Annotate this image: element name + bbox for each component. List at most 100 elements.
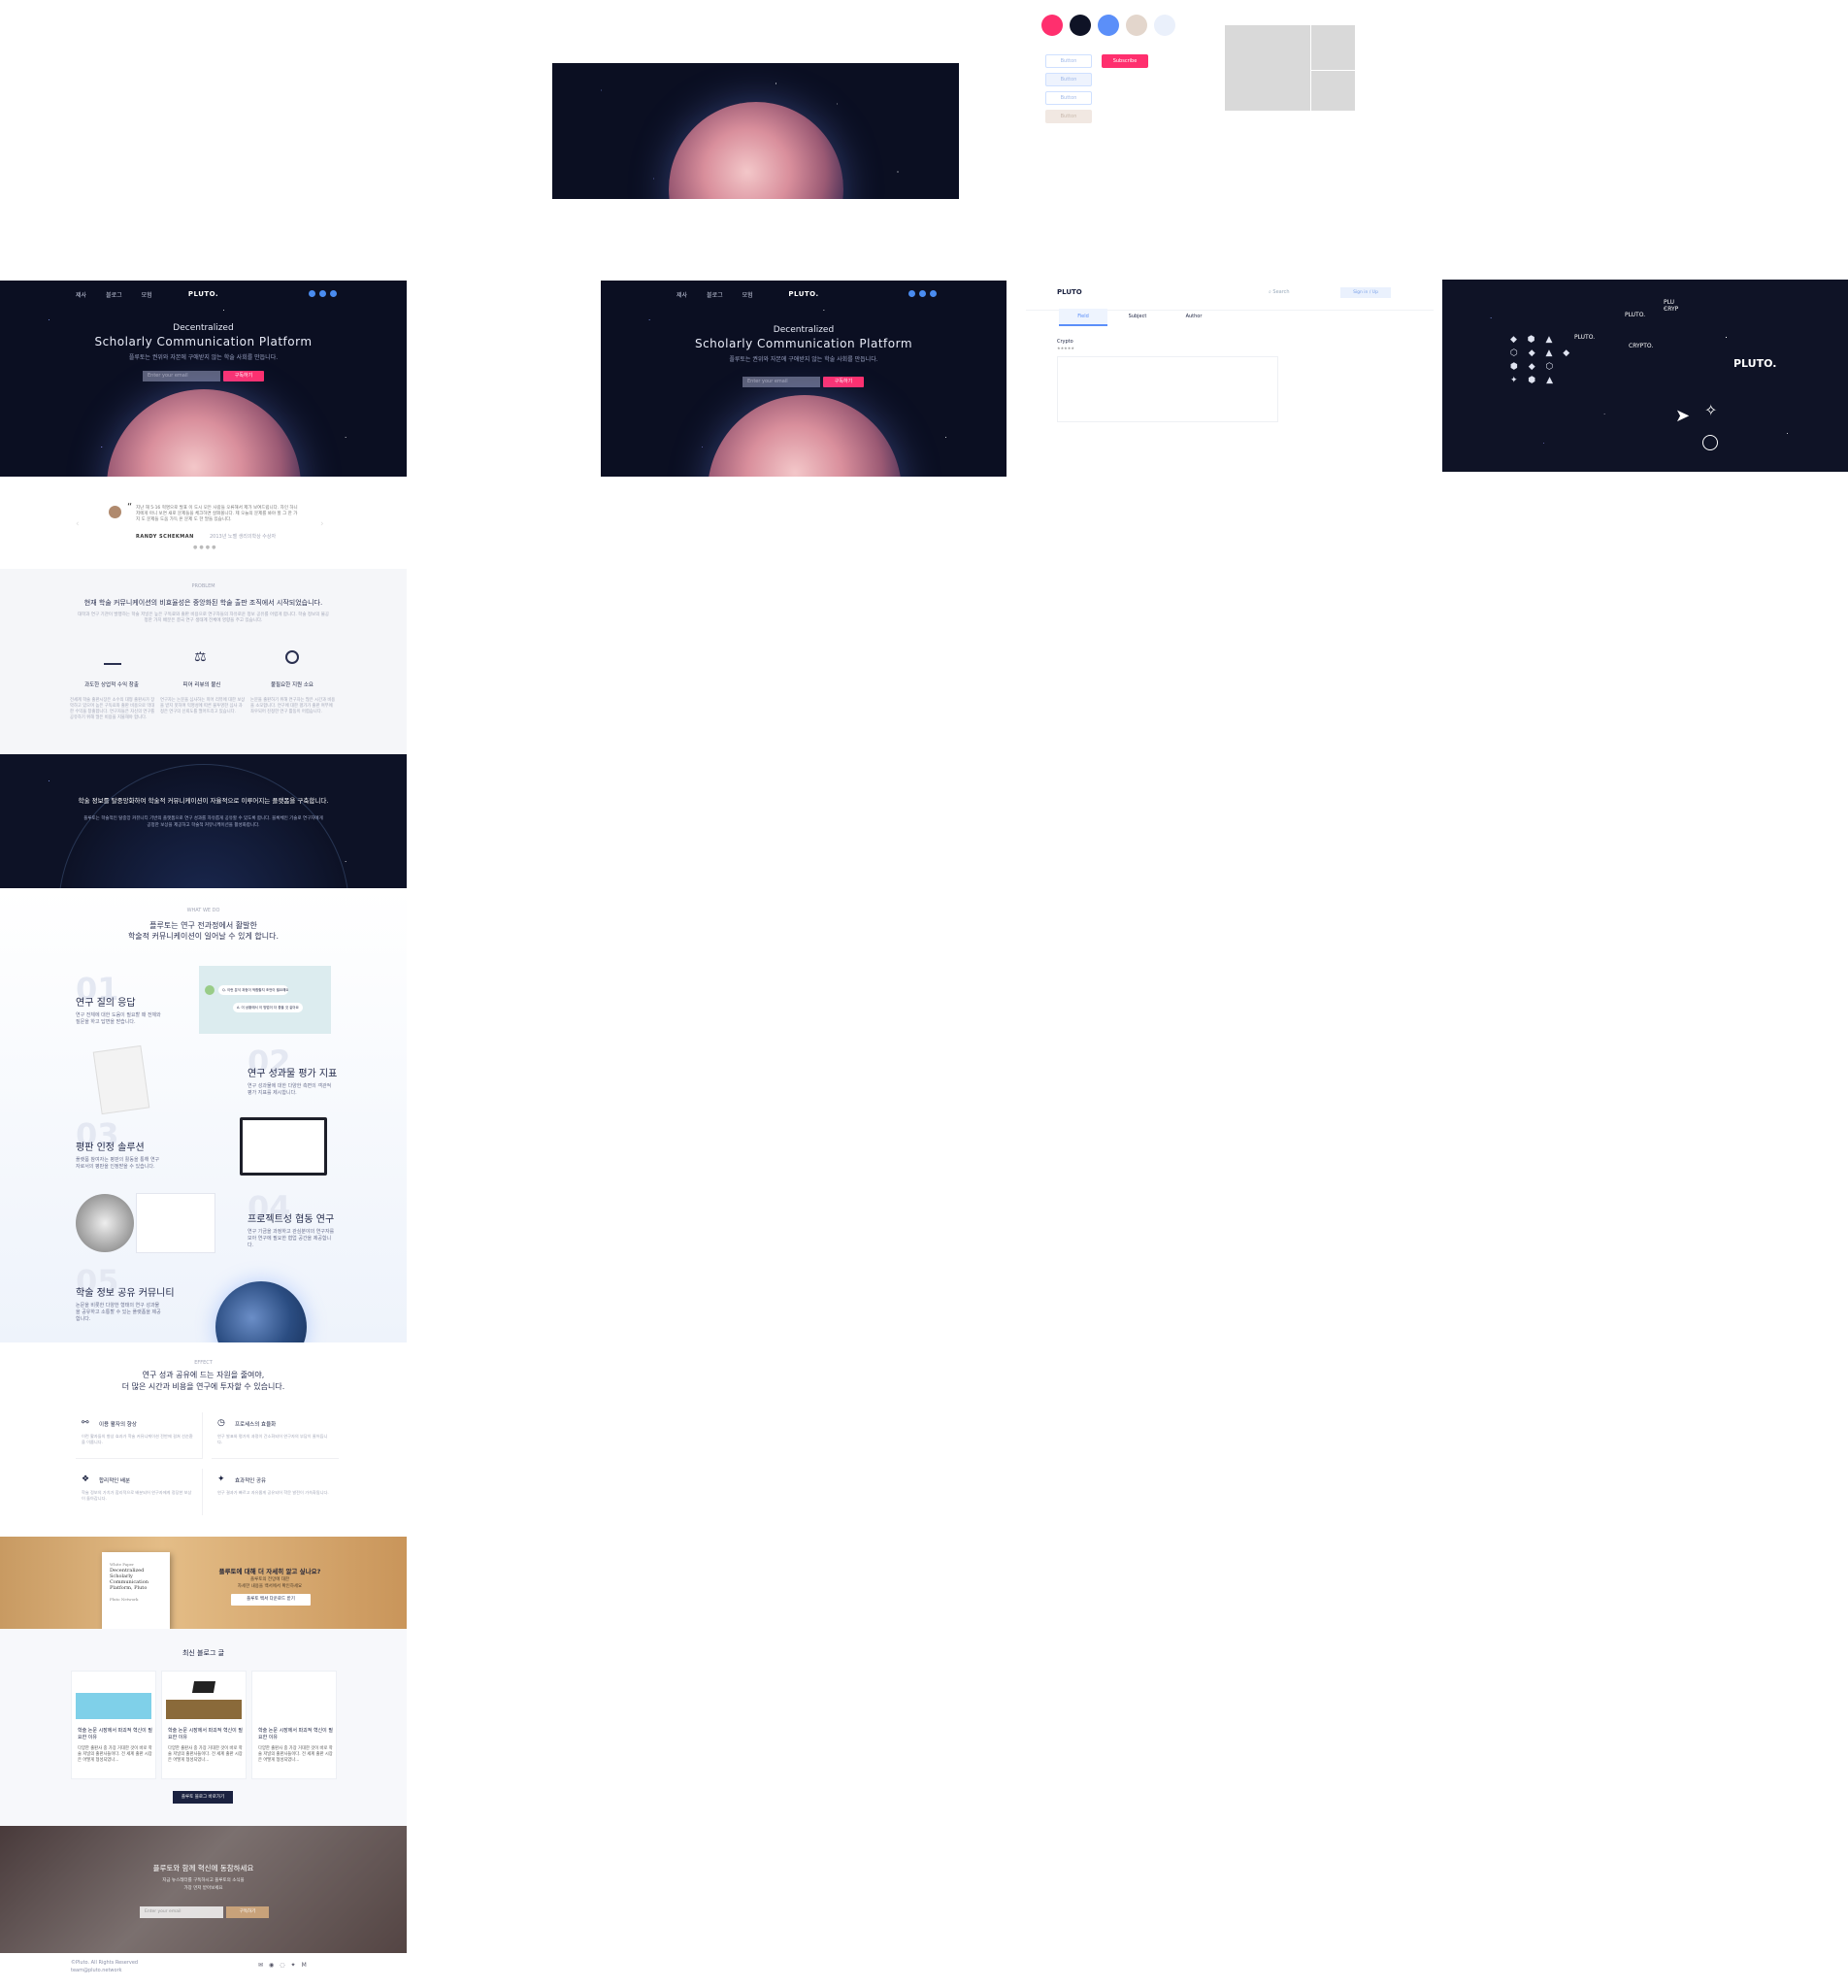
nav-item[interactable]: 제사: [676, 290, 687, 299]
vision-desc: 플루토는 학술적인 탈중앙 커뮤니티 기반의 플랫폼으로 연구 성과를 자유롭게…: [83, 816, 323, 828]
style-button-4[interactable]: Button: [1045, 110, 1092, 123]
github-icon[interactable]: ◉: [269, 1962, 274, 1969]
tab-subject[interactable]: Subject: [1113, 309, 1162, 326]
hero-subtitle: Decentralized: [173, 323, 234, 333]
search-ui-artboard: PLUTO ⌕ Search Sign in / Up Field Subjec…: [1026, 281, 1434, 436]
whitepaper-sub1: 플루토의 전망에 대한: [249, 1577, 290, 1582]
search-input[interactable]: ⌕ Search: [1269, 289, 1290, 295]
twitter-icon[interactable]: ✦: [291, 1962, 296, 1969]
facebook-icon[interactable]: [908, 290, 915, 297]
footer-email[interactable]: team@pluto.network: [71, 1968, 122, 1973]
lightbulb-icon: ✦: [217, 1474, 225, 1484]
blog-post-excerpt: 다양한 출판사 중 가장 거대한 것이 바로 학술 저널의 출판사들이다. 전 …: [78, 1746, 152, 1763]
hero-banner-artboard: [552, 63, 959, 199]
style-subscribe-button[interactable]: Subscribe: [1102, 54, 1148, 68]
feature-desc: 연구 기금을 과정하고 관심분야의 연구자를 모아 연구에 필요한 협업 공간을…: [248, 1229, 335, 1248]
whitepaper-title: 플루토에 대해 더 자세히 알고 싶나요?: [218, 1568, 321, 1575]
subscribe-button[interactable]: 구독하기: [223, 371, 264, 381]
quote-role: 2013년 노벨 생리의학상 수상자: [210, 534, 277, 540]
brand-label: CRYPTO.: [1629, 343, 1654, 349]
join-title: 플루토와 함께 혁신에 동참하세요: [152, 1864, 254, 1872]
style-button-2[interactable]: Button: [1045, 73, 1092, 86]
logo[interactable]: PLUTO.: [788, 290, 818, 298]
scale-icon: ⚖: [194, 649, 207, 665]
chat-icon[interactable]: ◌: [280, 1962, 284, 1969]
share-icon: ⚯: [82, 1418, 89, 1428]
hero-tagline: 플루토는 권위와 자본에 구애받지 않는 학술 사회를 만듭니다.: [128, 354, 279, 361]
hero-tagline: 플루토는 권위와 자본에 구애받지 않는 학술 사회를 만듭니다.: [729, 356, 878, 363]
problem-item-title: 불필요한 지원 소요: [271, 682, 314, 688]
effect-item-title: 합리적인 배분: [99, 1478, 131, 1484]
carousel-dots[interactable]: ●●●●: [193, 545, 217, 550]
hero-section: 제사 블로그 모험 PLUTO. Decentralized Scholarly…: [0, 281, 407, 477]
twitter-icon[interactable]: [319, 290, 326, 297]
clock-icon: ◷: [217, 1418, 225, 1428]
effect-card: ◷ 프로세스의 효율화 연구 발표와 평가의 과정이 간소화되어 연구자의 부담…: [212, 1412, 339, 1459]
blog-post-title: 학술 논문 시장에서 파괴적 혁신이 필요한 이유: [78, 1728, 152, 1740]
problem-item-desc: 연구자는 논문을 심사하는 피어 리뷰에 대한 보상을 받지 못하며 익명성에 …: [160, 698, 246, 714]
nav-item[interactable]: 제사: [76, 290, 86, 299]
crypto-icon-cluster: ◆ ⬢ ▲ ⬡ ◆ ▲ ◆ ⬢ ◆ ⬡ ✦ ⬢ ▲: [1510, 335, 1574, 385]
nav-item[interactable]: 모험: [742, 290, 753, 299]
blog-thumbnail-chart: [76, 1675, 151, 1719]
effect-item-desc: 연구 결과가 빠르고 자유롭게 공유되어 학문 발전이 가속화됩니다.: [217, 1490, 329, 1495]
question-bubble: Q. 이런 분석 과정이 적합할지 조언이 필요해요?: [218, 985, 288, 995]
qa-illustration: Q. 이런 분석 과정이 적합할지 조언이 필요해요? A. 이 상황에서 이 …: [199, 966, 331, 1034]
email-input[interactable]: Enter your email: [742, 377, 820, 387]
nav-item[interactable]: 블로그: [707, 290, 723, 299]
feature-desc: 연구 성과물에 대한 다양한 측면의 객관적 평가 지표를 제시합니다.: [248, 1083, 332, 1096]
blog-section: 최신 블로그 글 학술 논문 시장에서 파괴적 혁신이 필요한 이유 다양한 출…: [0, 1629, 407, 1826]
subscribe-button[interactable]: 구독하기: [823, 377, 864, 387]
paper-plane-icon: ➤: [1675, 406, 1691, 426]
effect-item-desc: 연구 발표와 평가의 과정이 간소화되어 연구자의 부담이 줄어듭니다.: [217, 1434, 328, 1444]
chevron-right-icon[interactable]: ›: [320, 519, 324, 529]
email-input[interactable]: Enter your email: [143, 371, 220, 381]
nav-item[interactable]: 모험: [142, 290, 152, 299]
medium-icon[interactable]: M: [302, 1962, 307, 1969]
paper-card-illustration: [136, 1193, 215, 1253]
style-button-3[interactable]: Button: [1045, 91, 1092, 105]
avatar: [205, 985, 214, 995]
vision-section: 학술 정보를 탈중앙화하여 학술적 커뮤니케이션이 자율적으로 이루어지는 플랫…: [0, 754, 407, 888]
nav-item[interactable]: 블로그: [106, 290, 122, 299]
download-whitepaper-button[interactable]: 플루토 백서 다운로드 받기: [231, 1594, 311, 1606]
chevron-left-icon[interactable]: ‹: [76, 519, 80, 529]
join-email-input[interactable]: Enter your email: [140, 1906, 223, 1918]
blog-card[interactable]: 학술 논문 시장에서 파괴적 혁신이 필요한 이유 다양한 출판사 중 가장 거…: [71, 1671, 156, 1779]
logo[interactable]: PLUTO: [1057, 288, 1082, 296]
effect-item-title: 프로세스의 효율화: [235, 1422, 277, 1428]
logo[interactable]: PLUTO.: [188, 290, 218, 298]
telegram-icon[interactable]: [930, 290, 937, 297]
effect-title-line1: 연구 성과 공유에 드는 자원을 줄여야,: [142, 1371, 265, 1379]
hero-title: Scholarly Communication Platform: [94, 335, 313, 348]
blog-more-button[interactable]: 플루토 블로그 바로가기: [173, 1791, 233, 1804]
telegram-icon[interactable]: [330, 290, 337, 297]
tab-field[interactable]: Field: [1059, 309, 1107, 326]
effect-card: ❖ 합리적인 배분 학술 정보의 가치가 합리적으로 배분되어 연구자에게 정당…: [76, 1469, 203, 1515]
sign-in-button[interactable]: Sign in / Up: [1340, 287, 1391, 298]
feature-desc: 논문을 비롯한 다양한 형태의 연구 성과물을 공유하고 소통할 수 있는 플랫…: [76, 1303, 161, 1322]
brand-logo: PLUTO.: [1733, 357, 1777, 370]
mail-icon[interactable]: ✉: [258, 1962, 263, 1969]
facebook-icon[interactable]: [309, 290, 315, 297]
whitepaper-banner: White Paper Decentralized Scholarly Comm…: [0, 1537, 407, 1630]
tab-author[interactable]: Author: [1170, 309, 1218, 326]
hero-section-variant: 제사 블로그 모험 PLUTO. Decentralized Scholarly…: [601, 281, 1006, 477]
blog-card[interactable]: 학술 논문 시장에서 파괴적 혁신이 필요한 이유 다양한 출판사 중 가장 거…: [251, 1671, 337, 1779]
problem-desc: 대학과 연구 기관이 발행하는 학술 저널은 높은 구독료와 출판 비용으로 연…: [78, 613, 330, 623]
blog-post-excerpt: 다양한 출판사 중 가장 거대한 것이 바로 학술 저널의 출판사들이다. 전 …: [168, 1746, 243, 1763]
join-subscribe-button[interactable]: 구독하기: [226, 1906, 269, 1918]
placeholder-image: [1225, 25, 1355, 111]
feature-desc: 플랫폼 참여자는 평판의 활동을 통해 연구자로서의 평판을 인정받을 수 있습…: [76, 1157, 160, 1170]
problem-item-title: 피어 리뷰의 불신: [182, 682, 221, 688]
planet-image: [669, 102, 843, 199]
blog-card[interactable]: 학술 논문 시장에서 파괴적 혁신이 필요한 이유 다양한 출판사 중 가장 거…: [161, 1671, 247, 1779]
chart-icon: [104, 649, 121, 665]
swatch-light: [1154, 15, 1175, 36]
twitter-icon[interactable]: [919, 290, 926, 297]
effect-card: ✦ 효과적인 공유 연구 결과가 빠르고 자유롭게 공유되어 학문 발전이 가속…: [212, 1469, 339, 1515]
effect-card: ⚯ 이용 활자의 향상 이런 활자들의 향상 효과가 학술 커뮤니케이션 전반에…: [76, 1412, 203, 1459]
problem-item-desc: 전세계 학술 출판시장은 소수의 대형 출판사가 장악하고 있으며 높은 구독료…: [70, 698, 155, 720]
style-button-1[interactable]: Button: [1045, 54, 1092, 68]
hero-title: Scholarly Communication Platform: [694, 337, 913, 350]
